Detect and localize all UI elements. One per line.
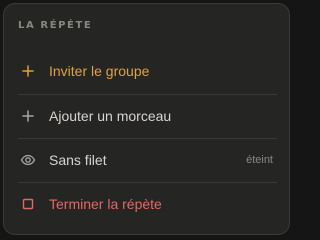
stop-square-icon (20, 196, 36, 212)
end-rehearsal-item[interactable]: Terminer la répète (4, 182, 289, 226)
toggle-state-text: éteint (246, 154, 273, 166)
add-song-item[interactable]: Ajouter un morceau (4, 94, 289, 138)
sans-filet-toggle-item[interactable]: Sans filet éteint (4, 138, 289, 182)
menu-title: LA RÉPÉTE (18, 20, 93, 31)
rehearsal-menu-panel: LA RÉPÉTE Inviter le groupe Ajouter un m… (3, 3, 290, 235)
plus-icon (20, 108, 36, 124)
invite-group-label: Inviter le groupe (49, 63, 150, 79)
end-rehearsal-label: Terminer la répète (49, 196, 162, 212)
plus-icon (20, 63, 36, 79)
invite-group-item[interactable]: Inviter le groupe (4, 49, 289, 93)
add-song-label: Ajouter un morceau (49, 108, 172, 124)
eye-icon (20, 152, 36, 168)
sans-filet-label: Sans filet (49, 152, 107, 168)
